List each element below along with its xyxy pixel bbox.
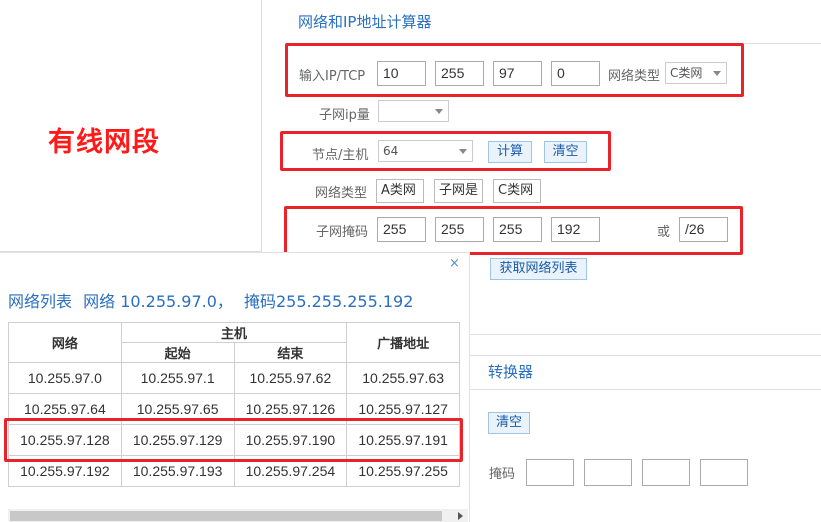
class-label: 网络类型 xyxy=(315,186,368,201)
divider xyxy=(470,334,821,335)
header-host: 主机 xyxy=(120,322,348,343)
highlight-ip-row xyxy=(285,43,744,97)
converter-mask-octet-1[interactable] xyxy=(526,459,574,486)
network-list-table: 网络 主机 广播地址 起始 结束 10.255.97.0 10.255.97.1… xyxy=(8,322,460,487)
converter-clear-button[interactable]: 清空 xyxy=(488,412,530,434)
divider xyxy=(470,355,821,356)
converter-mask-octet-4[interactable] xyxy=(700,459,748,486)
header-end: 结束 xyxy=(233,342,348,363)
chevron-down-icon xyxy=(435,109,443,114)
header-start: 起始 xyxy=(120,342,235,363)
class-tag-a: A类网 xyxy=(376,179,424,203)
calc-title: 网络和IP地址计算器 xyxy=(298,13,432,31)
annotation-label: 有线网段 xyxy=(48,127,160,158)
converter-title: 转换器 xyxy=(488,363,534,381)
header-network: 网络 xyxy=(8,322,122,363)
cell-start: 10.255.97.1 xyxy=(120,362,235,394)
header-broadcast: 广播地址 xyxy=(346,322,460,363)
cell-end: 10.255.97.62 xyxy=(233,362,348,394)
divider xyxy=(470,389,821,390)
popup-title: 网络列表 网络 10.255.97.0， 掩码255.255.255.192 xyxy=(8,288,419,312)
highlight-mask-row xyxy=(284,206,743,255)
converter-mask-label: 掩码 xyxy=(489,467,516,482)
close-icon[interactable]: × xyxy=(449,256,460,271)
popup-title-network: 网络 10.255.97.0， xyxy=(83,292,233,311)
table-row: 10.255.97.0 10.255.97.1 10.255.97.62 10.… xyxy=(8,362,460,394)
highlight-host-row xyxy=(280,131,611,171)
popup-title-prefix: 网络列表 xyxy=(8,292,73,311)
cell-network: 10.255.97.0 xyxy=(8,362,122,394)
popup-title-mask: 掩码255.255.255.192 xyxy=(244,292,414,311)
subnet-count-label: 子网ip量 xyxy=(319,108,370,123)
class-tag-c: C类网 xyxy=(493,179,541,203)
converter-mask-octet-3[interactable] xyxy=(642,459,690,486)
scroll-right-icon[interactable] xyxy=(458,512,463,520)
cell-broadcast: 10.255.97.63 xyxy=(346,362,460,394)
subnet-count-select[interactable] xyxy=(378,100,449,122)
fetch-network-list-button[interactable]: 获取网络列表 xyxy=(490,258,587,280)
class-tag-subnet: 子网是 xyxy=(434,179,483,203)
converter-mask-octet-2[interactable] xyxy=(584,459,632,486)
scrollbar-thumb[interactable] xyxy=(10,511,442,521)
highlight-selected-row xyxy=(4,418,463,462)
